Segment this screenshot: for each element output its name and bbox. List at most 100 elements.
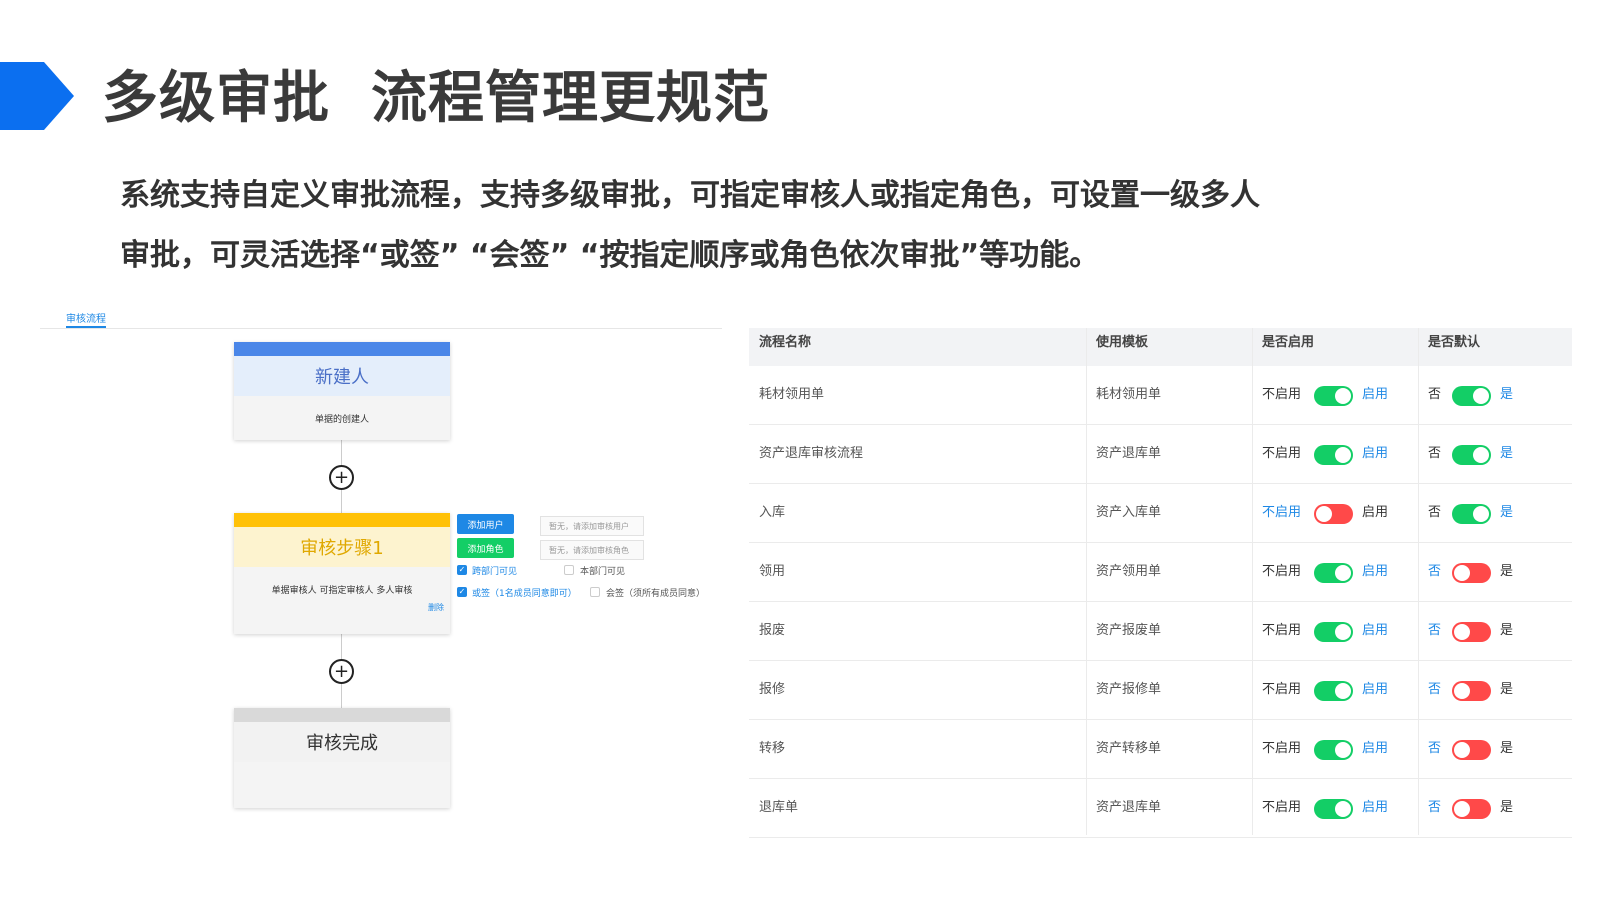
flow-card-step[interactable]: 审核步骤1 单据审核人 可指定审核人 多人审核 删除: [234, 513, 450, 634]
cross-dept-label: 跨部门可见: [472, 567, 518, 577]
default-off-label: 否: [1428, 800, 1442, 815]
default-switch[interactable]: [1452, 622, 1491, 642]
default-off-label: 否: [1428, 505, 1442, 520]
add-user-button[interactable]: 添加用户: [457, 514, 514, 534]
switch-knob: [1335, 388, 1351, 404]
enabled-off-label: 不启用: [1262, 446, 1302, 461]
switch-knob: [1454, 801, 1470, 817]
default-switch[interactable]: [1452, 681, 1491, 701]
enabled-on-label: 启用: [1362, 741, 1389, 756]
enabled-on-label: 启用: [1362, 446, 1389, 461]
card-title: 审核完成: [234, 722, 450, 762]
template-cell: 资产入库单: [1096, 505, 1162, 520]
default-on-label: 是: [1500, 564, 1514, 579]
switch-knob: [1473, 506, 1489, 522]
process-name-cell: 报废: [759, 623, 786, 638]
switch-knob: [1454, 683, 1470, 699]
own-dept-label: 本部门可见: [580, 567, 626, 577]
enabled-on-label: 启用: [1362, 387, 1389, 402]
card-description: 单据的创建人: [314, 415, 369, 425]
enabled-off-label: 不启用: [1262, 682, 1302, 697]
co-sign-label: 会签（须所有成员同意）: [606, 589, 706, 599]
switch-knob: [1335, 683, 1351, 699]
default-switch[interactable]: [1452, 799, 1491, 819]
enabled-off-label: 不启用: [1262, 741, 1302, 756]
page-title: 多级审批 流程管理更规范: [102, 66, 770, 131]
enabled-on-label: 启用: [1362, 800, 1389, 815]
process-name-cell: 耗材领用单: [759, 387, 825, 402]
table-row: 入库 资产入库单 不启用 启用 否 是: [749, 484, 1572, 543]
enabled-off-label: 不启用: [1262, 623, 1302, 638]
card-title: 审核步骤1: [234, 527, 450, 567]
default-off-label: 否: [1428, 682, 1442, 697]
default-off-label: 否: [1428, 623, 1442, 638]
table-header: 流程名称 使用模板 是否启用 是否默认: [749, 328, 1572, 366]
tab-divider: [40, 328, 722, 329]
column-header-template: 使用模板: [1096, 335, 1149, 350]
table-row: 退库单 资产退库单 不启用 启用 否 是: [749, 779, 1572, 838]
default-on-label: 是: [1500, 741, 1514, 756]
approver-users-empty: 暂无，请添加审核用户: [540, 516, 644, 536]
default-switch[interactable]: [1452, 563, 1491, 583]
add-role-button[interactable]: 添加角色: [457, 538, 514, 558]
enabled-switch[interactable]: [1314, 740, 1353, 760]
template-cell: 资产退库单: [1096, 800, 1162, 815]
flow-card-creator[interactable]: 新建人 单据的创建人: [234, 342, 450, 440]
default-switch[interactable]: [1452, 386, 1491, 406]
enabled-switch[interactable]: [1314, 445, 1353, 465]
table-row: 报修 资产报修单 不启用 启用 否 是: [749, 661, 1572, 720]
default-off-label: 否: [1428, 741, 1442, 756]
enabled-on-label: 启用: [1362, 682, 1389, 697]
cross-dept-checkbox[interactable]: ✓: [457, 565, 467, 575]
enabled-off-label: 不启用: [1262, 564, 1302, 579]
enabled-switch[interactable]: [1314, 563, 1353, 583]
default-off-label: 否: [1428, 564, 1442, 579]
default-on-label: 是: [1500, 387, 1514, 402]
column-header-enabled: 是否启用: [1262, 335, 1315, 350]
default-off-label: 否: [1428, 387, 1442, 402]
switch-knob: [1454, 565, 1470, 581]
table-row: 报废 资产报废单 不启用 启用 否 是: [749, 602, 1572, 661]
process-name-cell: 资产退库审核流程: [759, 446, 864, 461]
enabled-on-label: 启用: [1362, 505, 1389, 520]
enabled-switch[interactable]: [1314, 504, 1353, 524]
column-header-name: 流程名称: [759, 335, 812, 350]
enabled-switch[interactable]: [1314, 622, 1353, 642]
switch-knob: [1335, 801, 1351, 817]
enabled-switch[interactable]: [1314, 386, 1353, 406]
own-dept-checkbox[interactable]: [564, 565, 574, 575]
template-cell: 资产报废单: [1096, 623, 1162, 638]
default-switch[interactable]: [1452, 504, 1491, 524]
approver-roles-empty: 暂无，请添加审核角色: [540, 540, 644, 560]
process-name-cell: 退库单: [759, 800, 799, 815]
enabled-on-label: 启用: [1362, 623, 1389, 638]
default-switch[interactable]: [1452, 445, 1491, 465]
switch-knob: [1316, 506, 1332, 522]
enabled-switch[interactable]: [1314, 799, 1353, 819]
column-header-default: 是否默认: [1428, 335, 1481, 350]
or-sign-checkbox[interactable]: ✓: [457, 587, 467, 597]
description-line-2: 审批，可灵活选择“或签” “会签” “按指定顺序或角色依次审批”等功能。: [120, 238, 1100, 273]
template-cell: 资产报修单: [1096, 682, 1162, 697]
add-step-icon[interactable]: +: [329, 659, 354, 684]
switch-knob: [1473, 447, 1489, 463]
delete-step-link[interactable]: 删除: [428, 602, 444, 613]
table-row: 转移 资产转移单 不启用 启用 否 是: [749, 720, 1572, 779]
process-name-cell: 转移: [759, 741, 786, 756]
enabled-switch[interactable]: [1314, 681, 1353, 701]
switch-knob: [1335, 565, 1351, 581]
description-line-1: 系统支持自定义审批流程，支持多级审批，可指定审核人或指定角色，可设置一级多人: [120, 178, 1260, 213]
enabled-off-label: 不启用: [1262, 387, 1302, 402]
co-sign-checkbox[interactable]: [590, 587, 600, 597]
card-color-bar: [234, 513, 450, 527]
default-off-label: 否: [1428, 446, 1442, 461]
default-on-label: 是: [1500, 505, 1514, 520]
switch-knob: [1454, 742, 1470, 758]
template-cell: 资产领用单: [1096, 564, 1162, 579]
card-color-bar: [234, 708, 450, 722]
flow-card-done[interactable]: 审核完成: [234, 708, 450, 808]
default-switch[interactable]: [1452, 740, 1491, 760]
tab-approval-flow[interactable]: 审核流程: [66, 310, 106, 325]
table-row: 资产退库审核流程 资产退库单 不启用 启用 否 是: [749, 425, 1572, 484]
add-step-icon[interactable]: +: [329, 465, 354, 490]
